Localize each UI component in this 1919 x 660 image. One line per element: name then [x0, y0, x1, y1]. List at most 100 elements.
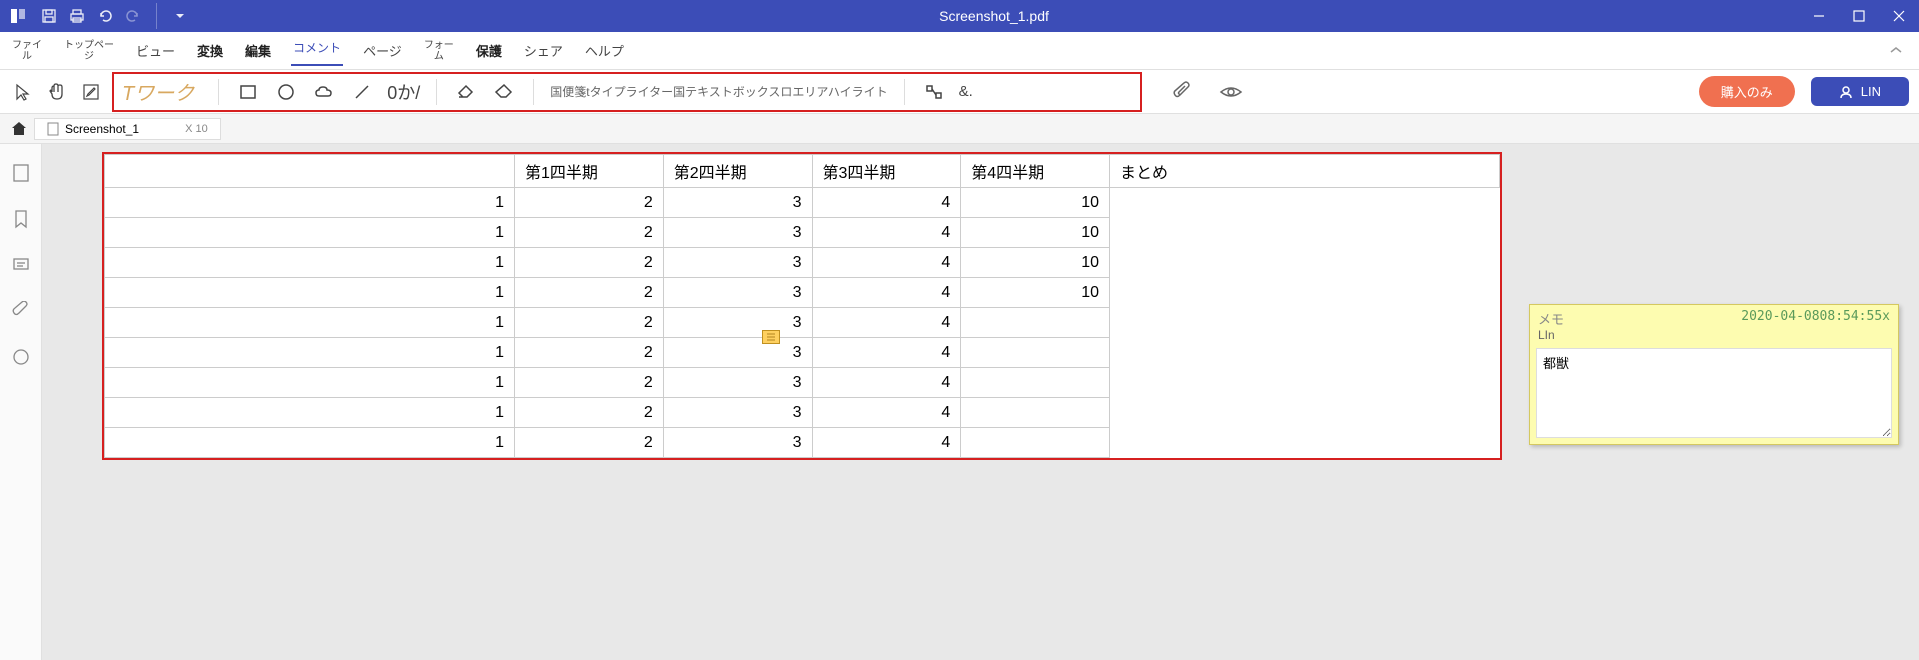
maximize-button[interactable] — [1839, 0, 1879, 32]
doc-icon — [47, 122, 59, 136]
table-cell: 4 — [812, 218, 961, 248]
table-cell: 2 — [515, 428, 664, 458]
select-tool-icon[interactable] — [10, 79, 36, 105]
table-cell: 10 — [961, 248, 1110, 278]
table-cell: 4 — [812, 308, 961, 338]
table-row: 123410 — [105, 188, 1500, 218]
table-cell: 1 — [105, 248, 515, 278]
table-row: 1234 — [105, 308, 1500, 338]
table-cell: 3 — [663, 218, 812, 248]
rectangle-shape-icon[interactable] — [235, 79, 261, 105]
menu-page[interactable]: ページ — [361, 37, 404, 64]
table-cell: 1 — [105, 188, 515, 218]
purchase-button[interactable]: 購入のみ — [1699, 76, 1795, 107]
table-cell: 2 — [515, 338, 664, 368]
circle-shape-icon[interactable] — [273, 79, 299, 105]
table-cell: 4 — [812, 188, 961, 218]
table-cell: 3 — [663, 428, 812, 458]
data-table: 第1四半期第2四半期第3四半期第4四半期まとめ 1234101234101234… — [104, 154, 1500, 458]
collapse-ribbon-icon[interactable] — [1889, 46, 1903, 56]
menu-help[interactable]: ヘルプ — [583, 37, 626, 64]
line-shape-icon[interactable] — [349, 79, 375, 105]
table-cell: 1 — [105, 428, 515, 458]
table-cell: 1 — [105, 338, 515, 368]
document-tab-bar: Screenshot_1 X 10 — [0, 114, 1919, 144]
zero-ka-label[interactable]: 0か/ — [387, 79, 420, 105]
pdf-page: 第1四半期第2四半期第3四半期第4四半期まとめ 1234101234101234… — [102, 152, 1502, 460]
table-row: 1234 — [105, 368, 1500, 398]
menu-form[interactable]: フォー ム — [422, 36, 456, 66]
document-canvas[interactable]: 第1四半期第2四半期第3四半期第4四半期まとめ 1234101234101234… — [42, 144, 1919, 660]
undo-icon[interactable] — [96, 7, 114, 25]
table-row: 123410 — [105, 218, 1500, 248]
menu-file[interactable]: ファイ ル — [10, 36, 44, 66]
table-cell — [961, 308, 1110, 338]
sticky-note[interactable]: メモ 2020-04-0808:54:55x LIn 都獣 — [1529, 304, 1899, 445]
table-cell: 3 — [663, 278, 812, 308]
link-icon[interactable] — [921, 79, 947, 105]
user-icon — [1839, 85, 1853, 99]
attachments-icon[interactable] — [10, 300, 32, 322]
comments-icon[interactable] — [10, 254, 32, 276]
twork-label[interactable]: Tワーク — [122, 77, 194, 106]
menu-convert[interactable]: 変換 — [195, 37, 225, 64]
table-cell: 1 — [105, 218, 515, 248]
table-cell: 2 — [515, 308, 664, 338]
table-cell: 3 — [663, 398, 812, 428]
tab-close-info[interactable]: X 10 — [185, 123, 208, 135]
user-label: LIN — [1861, 84, 1881, 99]
chat-icon[interactable] — [10, 346, 32, 368]
table-cell: 10 — [961, 218, 1110, 248]
eraser2-icon[interactable] — [491, 79, 517, 105]
dropdown-icon[interactable] — [171, 7, 189, 25]
save-icon[interactable] — [40, 7, 58, 25]
table-cell: 3 — [663, 368, 812, 398]
menu-protect[interactable]: 保護 — [474, 37, 504, 64]
text-tools-label[interactable]: 国便箋tタイプライター国テキストボックスロエリアハイライト — [550, 83, 887, 100]
thumbnails-icon[interactable] — [10, 162, 32, 184]
menu-home[interactable]: トップペー ジ — [62, 36, 116, 66]
table-cell: 10 — [961, 188, 1110, 218]
attachment-icon[interactable] — [1170, 79, 1196, 105]
table-header: まとめ — [1110, 155, 1500, 188]
sticky-timestamp: 2020-04-0808:54:55x — [1741, 309, 1890, 328]
menu-comment[interactable]: コメント — [291, 35, 343, 66]
table-row: 123410 — [105, 278, 1500, 308]
table-row: 1234 — [105, 338, 1500, 368]
cloud-shape-icon[interactable] — [311, 79, 337, 105]
table-row: 1234 — [105, 428, 1500, 458]
table-cell: 2 — [515, 218, 664, 248]
document-tab[interactable]: Screenshot_1 X 10 — [34, 118, 221, 140]
menu-bar: ファイ ル トップペー ジ ビュー 変換 編集 コメント ページ フォー ム 保… — [0, 32, 1919, 70]
table-cell: 2 — [515, 398, 664, 428]
print-icon[interactable] — [68, 7, 86, 25]
window-title: Screenshot_1.pdf — [189, 8, 1799, 24]
amp-label[interactable]: &. — [959, 83, 973, 100]
table-cell — [961, 368, 1110, 398]
table-header: 第1四半期 — [515, 155, 664, 188]
table-cell: 3 — [663, 248, 812, 278]
visibility-icon[interactable] — [1218, 79, 1244, 105]
menu-share[interactable]: シェア — [522, 37, 565, 64]
menu-edit[interactable]: 編集 — [243, 37, 273, 64]
table-cell: 1 — [105, 398, 515, 428]
eraser-icon[interactable] — [453, 79, 479, 105]
table-cell: 4 — [812, 428, 961, 458]
table-cell: 4 — [812, 338, 961, 368]
user-button[interactable]: LIN — [1811, 77, 1909, 106]
home-icon[interactable] — [8, 118, 30, 140]
edit-tool-icon[interactable] — [78, 79, 104, 105]
tab-label: Screenshot_1 — [65, 122, 139, 136]
table-cell: 3 — [663, 338, 812, 368]
minimize-button[interactable] — [1799, 0, 1839, 32]
note-marker-icon[interactable] — [762, 330, 780, 344]
bookmarks-icon[interactable] — [10, 208, 32, 230]
close-button[interactable] — [1879, 0, 1919, 32]
hand-tool-icon[interactable] — [44, 79, 70, 105]
sticky-body[interactable]: 都獣 — [1536, 348, 1892, 438]
redo-icon[interactable] — [124, 7, 142, 25]
table-cell — [961, 398, 1110, 428]
menu-view[interactable]: ビュー — [134, 37, 177, 64]
table-row: 1234 — [105, 398, 1500, 428]
table-cell: 1 — [105, 308, 515, 338]
